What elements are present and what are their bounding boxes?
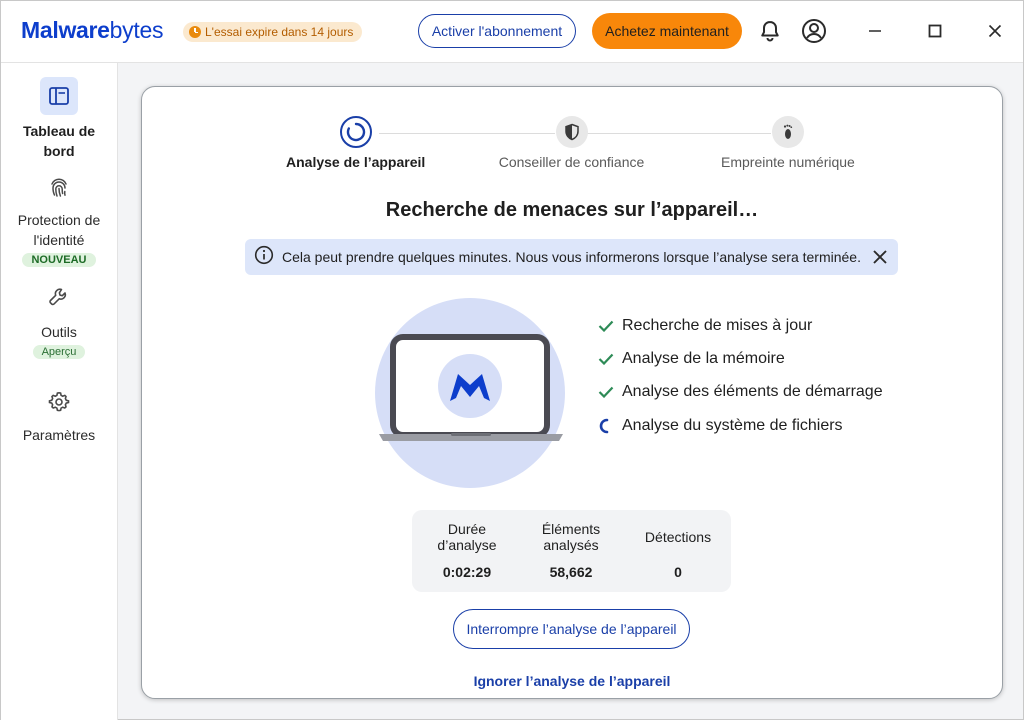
account-icon[interactable] [800, 17, 828, 45]
info-icon [254, 245, 274, 270]
stop-scan-button[interactable]: Interrompre l’analyse de l’appareil [453, 609, 690, 649]
step-label: Analyse de l’appareil [286, 154, 426, 170]
laptop-scan-illustration [373, 297, 569, 489]
step-label: Conseiller de confiance [498, 154, 645, 170]
info-banner: Cela peut prendre quelques minutes. Nous… [245, 239, 898, 275]
checklist-label: Recherche de mises à jour [622, 316, 813, 334]
preview-badge: Aperçu [32, 345, 86, 359]
skip-scan-link[interactable]: Ignorer l’analyse de l’appareil [141, 673, 1003, 689]
logo-text-bold: Malware [21, 17, 110, 43]
wrench-icon [40, 278, 78, 316]
sidebar-item-label: Protection de l'identité [17, 212, 101, 248]
sidebar-item-label: Tableau de bord [22, 123, 96, 159]
check-icon [597, 350, 615, 368]
checklist-item: Analyse du système de fichiers [597, 409, 883, 442]
step-trusted-advisor: Conseiller de confiance [498, 116, 645, 170]
bell-icon[interactable] [756, 17, 784, 45]
sidebar-item-identity-protection[interactable]: Protection de l'identité NOUVEAU [1, 168, 117, 268]
stat-value: 0:02:29 [442, 564, 492, 580]
step-digital-footprint: Empreinte numérique [721, 116, 855, 170]
sidebar-item-dashboard[interactable]: Tableau de bord [1, 77, 117, 161]
spinner-icon [597, 417, 615, 435]
stat-label: Détections [644, 529, 712, 545]
sidebar: Tableau de bord Protection de l'identité… [1, 63, 118, 720]
check-icon [597, 317, 615, 335]
stat-value: 58,662 [549, 564, 593, 580]
logo-text-light: bytes [109, 17, 164, 43]
app-window: Malwarebytes L'essai expire dans 14 jour… [0, 0, 1024, 720]
minimize-icon[interactable] [860, 17, 890, 45]
stat-detections: Détections 0 [634, 520, 722, 580]
sidebar-item-label: Paramètres [22, 427, 96, 443]
buy-now-button[interactable]: Achetez maintenant [592, 13, 742, 49]
checklist-label: Analyse des éléments de démarrage [622, 383, 883, 401]
stat-label: Éléments analysés [541, 521, 601, 553]
checklist-label: Analyse du système de fichiers [622, 416, 843, 434]
malwarebytes-logo: Malwarebytes [21, 17, 163, 44]
stat-label: Durée d’analyse [437, 521, 497, 553]
info-text: Cela peut prendre quelques minutes. Nous… [282, 249, 861, 265]
close-icon[interactable] [870, 247, 890, 267]
activate-subscription-button[interactable]: Activer l'abonnement [418, 14, 576, 48]
new-badge: NOUVEAU [22, 253, 96, 267]
shield-icon [555, 116, 588, 148]
scan-title: Recherche de menaces sur l’appareil… [385, 199, 759, 221]
sidebar-item-settings[interactable]: Paramètres [1, 383, 117, 445]
fingerprint-icon [40, 168, 78, 206]
sidebar-item-label: Outils [41, 324, 77, 340]
stat-value: 0 [674, 564, 682, 580]
scan-stats-panel: Durée d’analyse 0:02:29 Éléments analysé… [412, 510, 731, 592]
stat-duration: Durée d’analyse 0:02:29 [422, 520, 512, 580]
maximize-icon[interactable] [920, 17, 950, 45]
trial-text: L'essai expire dans 14 jours [205, 25, 354, 39]
clock-icon [189, 26, 201, 38]
gear-icon [40, 383, 78, 421]
checklist-item: Analyse de la mémoire [597, 342, 883, 375]
step-device-scan: Analyse de l’appareil [286, 116, 425, 170]
title-bar: Malwarebytes L'essai expire dans 14 jour… [1, 1, 1023, 63]
check-icon [597, 383, 615, 401]
footprint-icon [771, 116, 804, 148]
close-window-icon[interactable] [980, 17, 1010, 45]
stat-items-scanned: Éléments analysés 58,662 [526, 520, 616, 580]
sidebar-item-tools[interactable]: Outils Aperçu [1, 278, 117, 360]
spinner-icon [339, 116, 372, 148]
checklist-item: Recherche de mises à jour [597, 309, 883, 342]
trial-badge: L'essai expire dans 14 jours [183, 22, 363, 42]
checklist-label: Analyse de la mémoire [622, 350, 785, 368]
scan-checklist: Recherche de mises à jour Analyse de la … [597, 309, 883, 443]
step-label: Empreinte numérique [721, 154, 855, 170]
checklist-item: Analyse des éléments de démarrage [597, 376, 883, 409]
dashboard-icon [40, 77, 78, 115]
